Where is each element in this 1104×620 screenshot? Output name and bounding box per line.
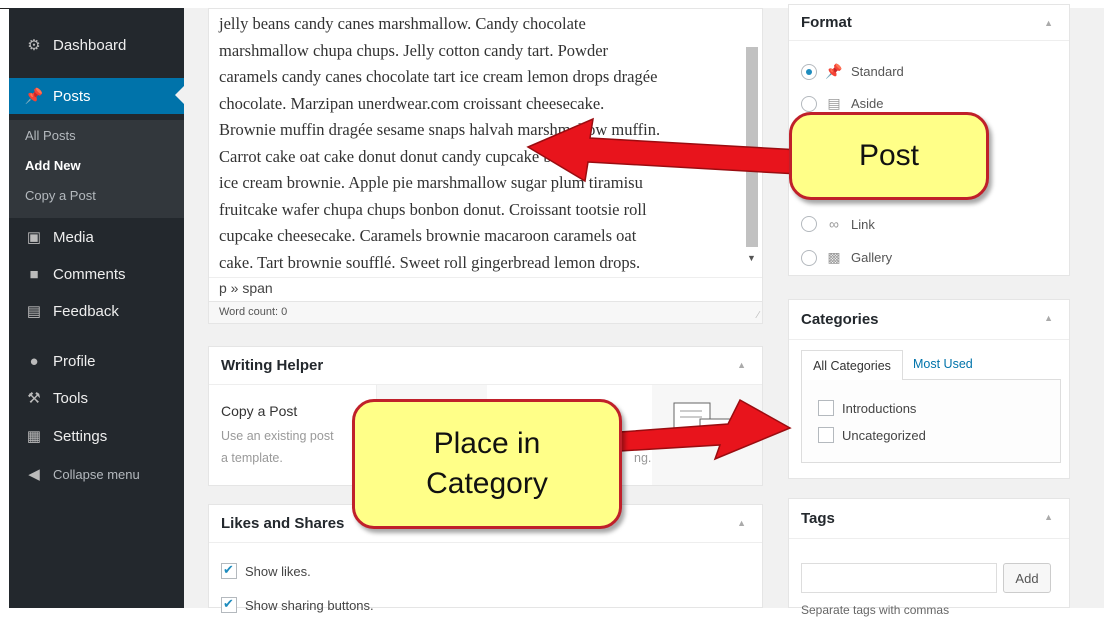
post-callout-label: Post bbox=[858, 139, 920, 172]
post-callout: Post bbox=[789, 112, 989, 200]
place-callout-line-1: Place in bbox=[433, 427, 541, 460]
place-in-category-callout: Place in Category bbox=[352, 399, 622, 529]
category-arrow bbox=[619, 398, 792, 461]
screenshot-stage: ⚙ Dashboard 📌 Posts All Posts Add New Co… bbox=[0, 0, 1104, 620]
post-arrow bbox=[526, 117, 801, 183]
tab-all-categories[interactable]: All Categories bbox=[801, 350, 903, 380]
place-callout-line-2: Category bbox=[426, 467, 548, 500]
